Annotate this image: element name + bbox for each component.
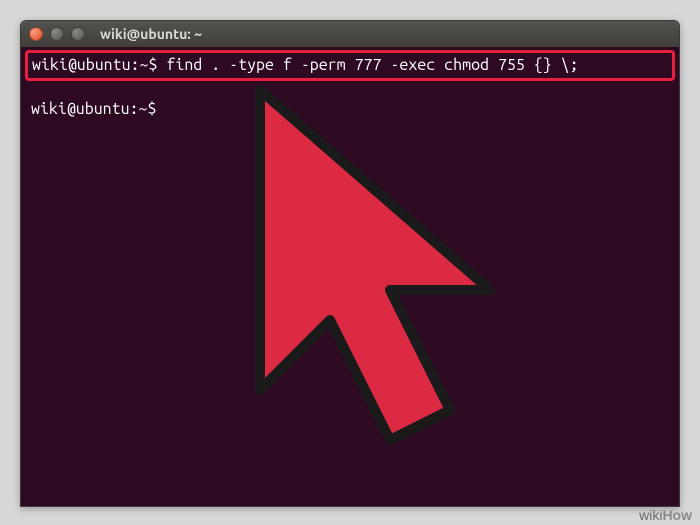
- watermark-brand-a: wiki: [639, 507, 662, 523]
- prompt-text: wiki@ubuntu:~$: [32, 56, 157, 74]
- window-titlebar: wiki@ubuntu: ~: [21, 21, 679, 47]
- prompt-text-2: wiki@ubuntu:~$: [31, 100, 156, 118]
- command-highlight: wiki@ubuntu:~$ find . -type f -perm 777 …: [25, 50, 675, 81]
- terminal-body[interactable]: wiki@ubuntu:~$ find . -type f -perm 777 …: [21, 47, 679, 506]
- prompt-line: wiki@ubuntu:~$: [25, 99, 675, 119]
- maximize-icon[interactable]: [71, 27, 85, 41]
- command-line: wiki@ubuntu:~$ find . -type f -perm 777 …: [32, 55, 668, 75]
- window-title: wiki@ubuntu: ~: [100, 26, 202, 42]
- terminal-window: wiki@ubuntu: ~ wiki@ubuntu:~$ find . -ty…: [20, 20, 680, 507]
- close-icon[interactable]: [29, 27, 43, 41]
- watermark: wikiHow: [639, 507, 692, 523]
- command-text: find . -type f -perm 777 -exec chmod 755…: [166, 56, 578, 74]
- watermark-brand-b: How: [662, 507, 692, 523]
- minimize-icon[interactable]: [50, 27, 64, 41]
